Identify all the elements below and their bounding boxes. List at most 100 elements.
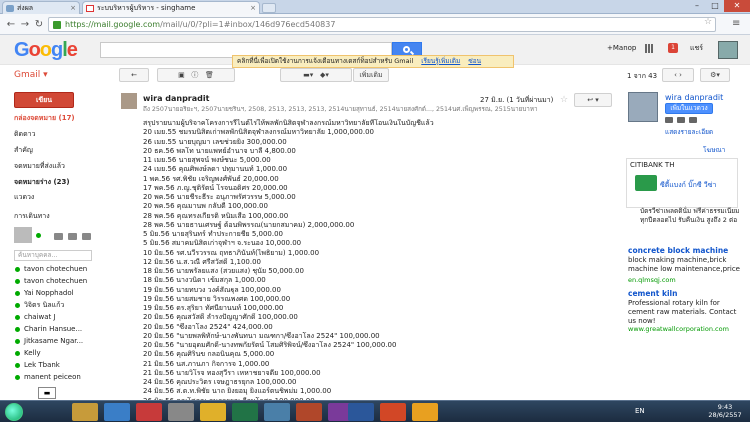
- sidebar-item-sent[interactable]: จดหมายที่ส่งแล้ว: [0, 161, 100, 171]
- compose-button[interactable]: เขียน: [14, 92, 74, 108]
- move-label-group[interactable]: ▬▾ ◆▾: [280, 68, 352, 82]
- sidebar-item-circles[interactable]: แวดวง: [0, 192, 100, 202]
- tab-close-icon[interactable]: ×: [70, 2, 76, 14]
- contact-item[interactable]: tavon chotechuen: [14, 276, 104, 287]
- bookmark-star-icon[interactable]: ☆: [704, 17, 712, 27]
- sidebar-item-important[interactable]: สำคัญ: [0, 145, 100, 155]
- body-line: 20 มิย.56 "นายอุดมศักดิ์-นางทพกัยรัตน์ โ…: [143, 341, 397, 349]
- back-arrow-icon[interactable]: ←: [4, 18, 18, 31]
- body-line: 20 พค.56 คุณมานพ กลับดี 100,000.00: [143, 202, 268, 211]
- google-logo[interactable]: Google: [14, 39, 78, 62]
- video-icon[interactable]: [82, 233, 91, 240]
- contact-item[interactable]: วิจิตร นิลแก้ว: [14, 300, 104, 311]
- sender-avatar[interactable]: [121, 93, 137, 109]
- pin-icon[interactable]: [136, 403, 162, 421]
- settings-gear-icon[interactable]: ⚙▾: [700, 68, 730, 82]
- app-icon[interactable]: [264, 403, 290, 421]
- phone-icon[interactable]: [68, 233, 77, 240]
- apps-grid-icon[interactable]: [645, 44, 654, 53]
- app-icon[interactable]: [380, 403, 406, 421]
- learn-more-link[interactable]: เรียนรู้เพิ่มเติม: [421, 57, 460, 65]
- sidebar-item-starred[interactable]: ติดดาว: [0, 129, 100, 139]
- more-button[interactable]: เพิ่มเติม: [353, 68, 389, 82]
- contact-item[interactable]: Lek Tbank: [14, 360, 104, 371]
- prev-next-buttons[interactable]: ‹ ›: [662, 68, 694, 82]
- ie-icon[interactable]: [104, 403, 130, 421]
- body-line: 20 มิย.56 คุณศิรินข กลอนินคุณ 5,000.00: [143, 350, 275, 359]
- body-line: 11 เมย.56 นายสุพจน์ พงษ์ชนะ 5,000.00: [143, 156, 271, 164]
- gmail-menu[interactable]: Gmail ▾: [14, 70, 48, 80]
- more-icon[interactable]: [689, 117, 697, 123]
- contact-item[interactable]: chaiwat J: [14, 312, 104, 323]
- contact-item[interactable]: Jitkasame Ngar...: [14, 336, 104, 347]
- ad-title[interactable]: cement kiln: [628, 289, 677, 298]
- contact-avatar[interactable]: [628, 92, 658, 122]
- body-line: 28 พค.56 คุณทรงเกียรติ หนิมเสือ 100,000.…: [143, 211, 289, 220]
- share-button[interactable]: แชร์: [690, 43, 703, 54]
- sidebar-item-inbox[interactable]: กล่องจดหมาย (17): [0, 113, 100, 123]
- sidebar-item-drafts[interactable]: จดหมายร่าง (23): [0, 177, 100, 187]
- plus-user-link[interactable]: +Manop: [607, 44, 636, 52]
- ad-url[interactable]: www.greatwallcorporation.com: [628, 325, 729, 333]
- body-line: 20 มิย.56 "ซึ่งอาโลง 2524" 424,000.00: [143, 322, 273, 331]
- gmail-favicon-icon: [86, 5, 94, 12]
- window-close-button[interactable]: ✕: [724, 0, 750, 12]
- language-indicator[interactable]: EN: [635, 407, 645, 415]
- ad-headline[interactable]: ซีตี้แบงก์ บิ๊กซี วีซ่า: [660, 180, 716, 191]
- chat-user-avatar[interactable]: [14, 227, 32, 243]
- ad-title[interactable]: concrete block machine: [628, 246, 728, 255]
- sender-name[interactable]: wira danpradit: [143, 94, 209, 103]
- notice-text[interactable]: คลิกที่นี่เพื่อเปิดใช้งานการแจ้งเตือนทาง…: [237, 57, 413, 65]
- back-to-inbox-button[interactable]: ←: [119, 68, 149, 82]
- chat-status-dot[interactable]: [36, 233, 41, 238]
- add-to-circles-button[interactable]: เพิ่มในแวดวง: [665, 103, 713, 114]
- hangouts-icon[interactable]: [54, 233, 63, 240]
- pager-text: 1 จาก 43: [627, 72, 658, 80]
- new-tab-button[interactable]: [262, 3, 276, 13]
- show-details-link[interactable]: แสดงรายละเอียด: [665, 127, 713, 137]
- sidebar-item-travel[interactable]: การเดินทาง: [0, 211, 100, 221]
- maximize-button[interactable]: □: [706, 0, 724, 12]
- body-line: 24 เมย.56 คุณศิพงษ์ลดา ปทุมานนท์ 1,000.0…: [143, 165, 288, 174]
- app-icon[interactable]: [296, 403, 322, 421]
- app-icon[interactable]: [412, 403, 438, 421]
- reply-button[interactable]: ↩ ▾: [574, 93, 612, 107]
- browser-tab-active[interactable]: ระบบริหารผู้บริหาร - singhame ×: [82, 1, 260, 14]
- contact-name[interactable]: wira danpradit: [665, 93, 723, 102]
- explorer-icon[interactable]: [72, 403, 98, 421]
- body-line: 10 มิย.56 รศ.นวีรวรรณ ฤทธาภินันท์(ไพธิยา…: [143, 248, 320, 257]
- contact-item[interactable]: manent peiceon: [14, 372, 104, 383]
- star-icon[interactable]: ☆: [560, 95, 568, 105]
- minimize-button[interactable]: –: [688, 0, 706, 12]
- tab-close-icon[interactable]: ×: [250, 2, 256, 14]
- start-button[interactable]: [5, 403, 23, 421]
- hide-link[interactable]: ซ่อน: [468, 57, 481, 65]
- body-line: 19 มิย.56 ดร.สุริยา ทัศนียานนท์ 100,000.…: [143, 304, 284, 312]
- reload-icon[interactable]: ↻: [32, 18, 46, 31]
- browser-menu-icon[interactable]: ≡: [732, 18, 744, 30]
- ads-label-link[interactable]: โฆษณา: [703, 145, 725, 155]
- video-icon[interactable]: [677, 117, 685, 123]
- excel-icon[interactable]: [232, 403, 258, 421]
- email-icon[interactable]: [665, 117, 673, 123]
- notification-badge[interactable]: 1: [668, 43, 678, 53]
- address-bar[interactable]: https://mail.google.com/mail/u/0/?pli=1#…: [48, 17, 716, 32]
- forward-arrow-icon[interactable]: →: [18, 18, 32, 31]
- word-icon[interactable]: [348, 403, 374, 421]
- contact-item[interactable]: Charin Hansue...: [14, 324, 104, 335]
- contact-item[interactable]: Kelly: [14, 348, 104, 359]
- people-search-input[interactable]: ค้นหาบุคคล...: [14, 250, 92, 261]
- body-line: 20 มิย.56 คุณสวัสดิ์ ลำรงปัญญาศักดิ์ 100…: [143, 313, 298, 322]
- app-icon[interactable]: [168, 403, 194, 421]
- contact-item[interactable]: tavon chotechuen: [14, 264, 104, 275]
- url-secure: https://mail.google.com: [65, 20, 161, 29]
- body-line: 12 มิย.56 น.ส.วณี ศรีสวัสดิ์ 1,100.00: [143, 257, 261, 266]
- account-avatar[interactable]: [718, 41, 738, 59]
- clock[interactable]: 9:43 28/6/2557: [705, 403, 745, 419]
- contact-item[interactable]: Yai Nopphadol: [14, 288, 104, 299]
- browser-tab[interactable]: ส่งผล ×: [2, 1, 80, 14]
- ad-url[interactable]: en.qlmsqj.com: [628, 276, 676, 284]
- archive-spam-delete-group[interactable]: ▣ ⓘ 🗑: [157, 68, 235, 82]
- chat-popup-icon[interactable]: ▬: [38, 387, 56, 399]
- chrome-icon[interactable]: [200, 403, 226, 421]
